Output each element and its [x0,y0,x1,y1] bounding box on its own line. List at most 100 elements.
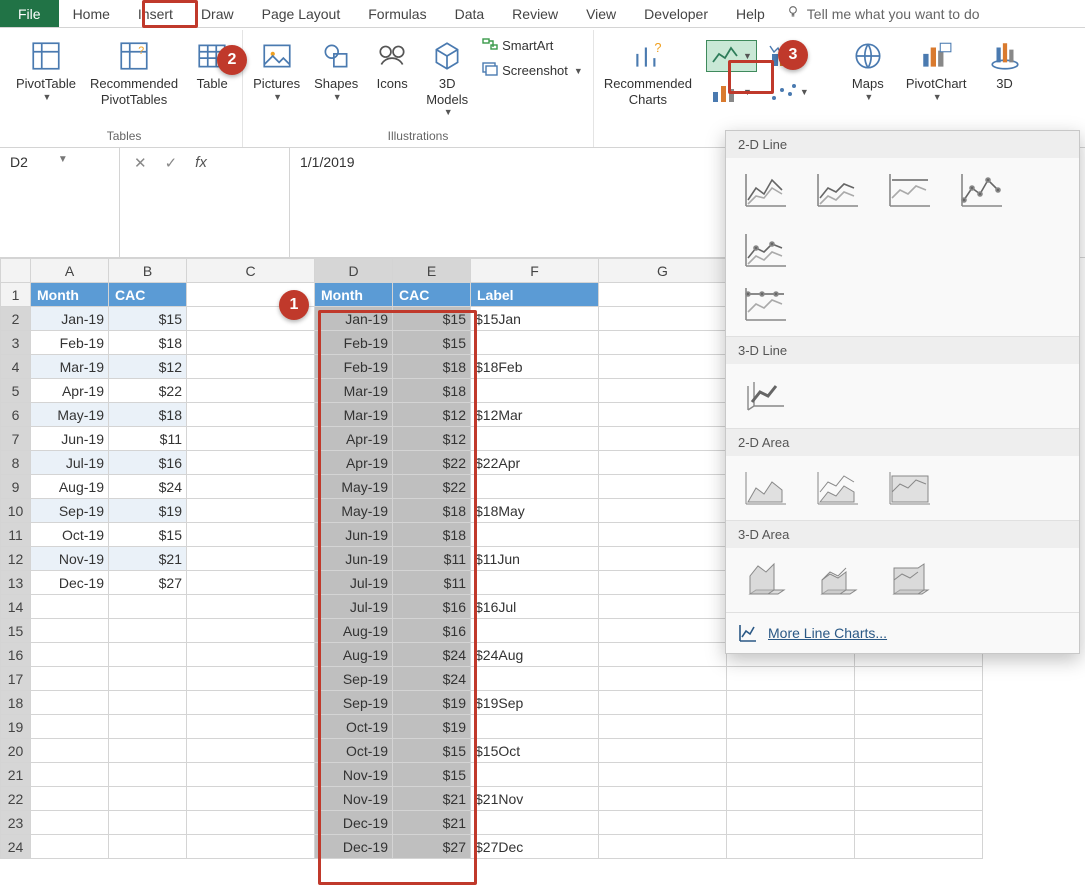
scatter-chart-dropdown-button[interactable]: ▼ [763,76,814,108]
cell[interactable]: $22 [109,379,187,403]
cell[interactable] [727,739,855,763]
row-header[interactable]: 10 [1,499,31,523]
cell[interactable]: $12Mar [471,403,599,427]
cell[interactable] [187,307,315,331]
cell[interactable]: CAC [393,283,471,307]
cell[interactable] [599,667,727,691]
cell[interactable]: $21 [393,811,471,835]
cell[interactable] [187,595,315,619]
bar-chart-dropdown-button[interactable]: ▼ [706,76,757,108]
cell[interactable]: $15Oct [471,739,599,763]
tab-home[interactable]: Home [59,0,124,27]
cell[interactable] [599,379,727,403]
hierarchy-chart-dropdown-button[interactable]: ▼ [763,40,814,72]
cell[interactable] [471,763,599,787]
cell[interactable] [187,811,315,835]
cell[interactable]: $15 [393,763,471,787]
cell[interactable]: Feb-19 [315,331,393,355]
cell[interactable]: $27 [393,835,471,859]
cell[interactable]: Sep-19 [315,691,393,715]
cell[interactable] [599,427,727,451]
cell[interactable]: $24 [109,475,187,499]
cell[interactable] [187,355,315,379]
cell[interactable] [599,331,727,355]
row-header[interactable]: 12 [1,547,31,571]
cell[interactable]: $15 [109,307,187,331]
cell[interactable] [109,667,187,691]
cell[interactable]: $27 [109,571,187,595]
smartart-button[interactable]: SmartArt [478,34,587,57]
row-header[interactable]: 1 [1,283,31,307]
cell[interactable] [187,643,315,667]
cell[interactable]: $22 [393,475,471,499]
cell[interactable]: May-19 [315,475,393,499]
file-tab[interactable]: File [0,0,59,27]
cell[interactable]: $19 [109,499,187,523]
row-header[interactable]: 24 [1,835,31,859]
chart-type-100-stacked-line-markers[interactable] [738,282,794,326]
cell[interactable] [855,763,983,787]
cell[interactable] [599,715,727,739]
chart-type-3d-100-stacked-area[interactable] [882,558,938,602]
cell[interactable] [31,715,109,739]
cell[interactable]: Dec-19 [315,811,393,835]
cell[interactable] [599,283,727,307]
cell[interactable]: $18 [393,355,471,379]
cell[interactable]: Aug-19 [31,475,109,499]
cell[interactable] [187,475,315,499]
cell[interactable]: $19Sep [471,691,599,715]
cell[interactable] [727,763,855,787]
row-header[interactable]: 23 [1,811,31,835]
column-header-C[interactable]: C [187,259,315,283]
name-box[interactable]: D2 ▼ [0,148,120,257]
cell[interactable] [187,763,315,787]
cell[interactable]: $12 [109,355,187,379]
cell[interactable]: Mar-19 [315,379,393,403]
cell[interactable] [31,811,109,835]
column-header-F[interactable]: F [471,259,599,283]
cell[interactable] [599,787,727,811]
pivottable-button[interactable]: PivotTable ▼ [12,34,80,104]
cell[interactable]: Oct-19 [315,739,393,763]
cell[interactable]: Nov-19 [315,763,393,787]
chart-type-stacked-line-markers[interactable] [738,228,794,272]
shapes-button[interactable]: Shapes ▼ [310,34,362,104]
cell[interactable]: Dec-19 [31,571,109,595]
cell[interactable]: $22 [393,451,471,475]
cell[interactable]: $18Feb [471,355,599,379]
cell[interactable] [599,595,727,619]
row-header[interactable]: 4 [1,355,31,379]
cell[interactable] [599,355,727,379]
cell[interactable]: Jul-19 [315,571,393,595]
tab-data[interactable]: Data [441,0,499,27]
cell[interactable]: $15 [109,523,187,547]
tell-me-search[interactable]: Tell me what you want to do [785,0,980,27]
chart-type-stacked-area[interactable] [810,466,866,510]
cell[interactable] [187,331,315,355]
cell[interactable] [109,619,187,643]
cell[interactable] [855,739,983,763]
cell[interactable]: $18May [471,499,599,523]
cell[interactable] [471,715,599,739]
cell[interactable] [855,715,983,739]
cell[interactable]: Mar-19 [31,355,109,379]
maps-button[interactable]: Maps ▼ [844,34,892,104]
cell[interactable] [727,811,855,835]
cell[interactable] [599,643,727,667]
fx-icon[interactable]: fx [195,154,207,171]
row-header[interactable]: 20 [1,739,31,763]
cell[interactable] [599,835,727,859]
pivotchart-button[interactable]: PivotChart ▼ [902,34,971,104]
cell[interactable] [187,403,315,427]
cell[interactable] [31,643,109,667]
column-header-A[interactable]: A [31,259,109,283]
cell[interactable]: Aug-19 [315,619,393,643]
confirm-icon[interactable]: ✓ [165,154,178,172]
cell[interactable]: $15 [393,307,471,331]
cell[interactable] [31,835,109,859]
cell[interactable]: Mar-19 [315,403,393,427]
cell[interactable]: Jan-19 [31,307,109,331]
cell[interactable] [31,763,109,787]
cell[interactable]: $11 [393,547,471,571]
cell[interactable] [109,787,187,811]
